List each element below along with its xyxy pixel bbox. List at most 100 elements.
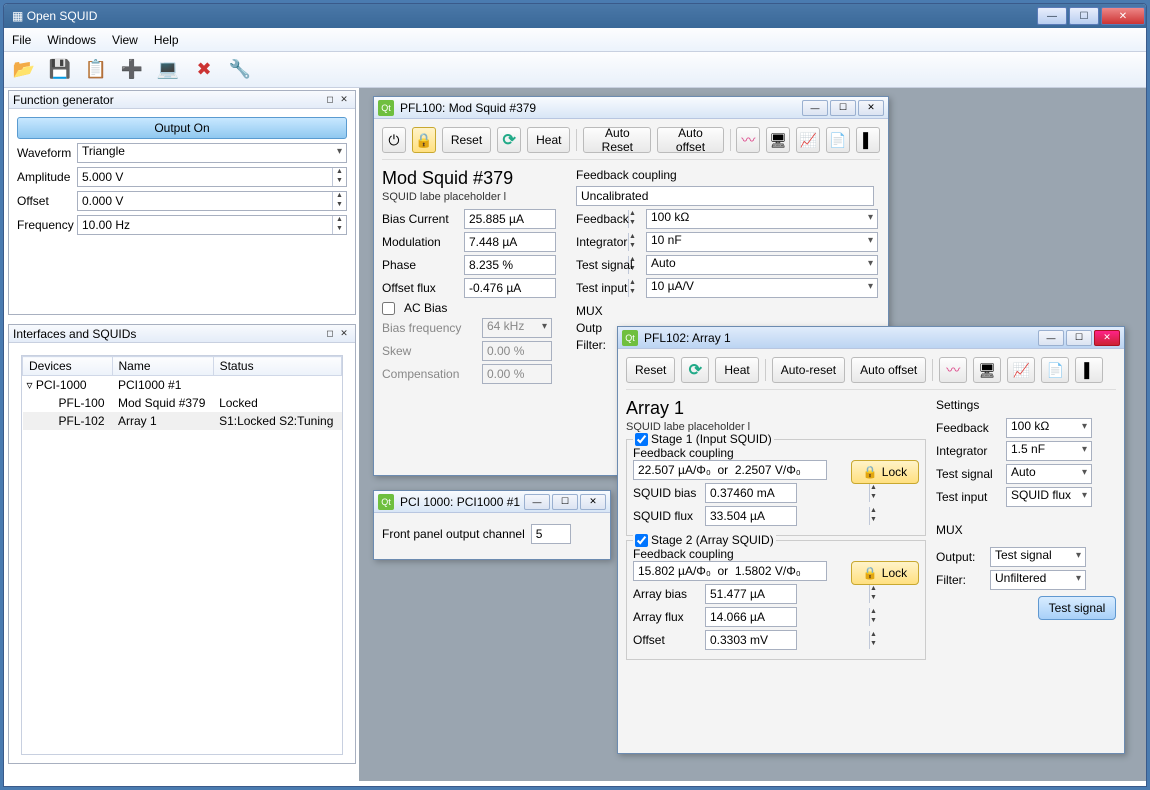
s2-fb-input[interactable] [633,561,827,581]
s1-flux-spinbox[interactable]: ▲▼ [705,506,797,526]
reset-button[interactable]: Reset [442,127,491,153]
lock-icon[interactable]: 🔒 [412,127,436,153]
main-toolbar: 📂 💾 📋 ➕ 💻 ✖ 🔧 [4,52,1146,88]
refresh-icon[interactable]: ⟳ [681,357,709,383]
auto-reset-button[interactable]: Auto-reset [772,357,845,383]
table-row[interactable]: PFL-100 Mod Squid #379Locked [23,394,342,412]
fb-coupling-input[interactable] [576,186,874,206]
s2-aflux-spinbox[interactable]: ▲▼ [705,607,797,627]
app-icon: ▦ [12,9,23,23]
amplitude-spinbox[interactable]: ▲▼ [77,167,347,187]
close-button[interactable]: ✕ [1101,7,1145,25]
wrench-icon[interactable]: 🔧 [226,56,254,84]
frequency-spinbox[interactable]: ▲▼ [77,215,347,235]
menu-view[interactable]: View [112,33,138,47]
offset-spinbox[interactable]: ▲▼ [77,191,347,211]
add-icon[interactable]: ➕ [118,56,146,84]
set-integrator-combo[interactable]: 1.5 nF [1006,441,1092,461]
board-icon[interactable]: 💻 [154,56,182,84]
pci1000-titlebar[interactable]: Qt PCI 1000: PCI1000 #1 — ☐ ✕ [374,491,610,513]
heat-button[interactable]: Heat [527,127,570,153]
minimize-button[interactable]: — [1038,330,1064,346]
refresh-icon[interactable]: ⟳ [497,127,521,153]
save-icon[interactable]: 💾 [46,56,74,84]
copy-icon[interactable]: 📄 [826,127,850,153]
waveform-combo[interactable]: Triangle [77,143,347,163]
output-on-button[interactable]: Output On [17,117,347,139]
pfl102-titlebar[interactable]: Qt PFL102: Array 1 — ☐ ✕ [618,327,1124,349]
copy-icon[interactable]: 📄 [1041,357,1069,383]
auto-offset-button[interactable]: Auto offset [657,127,723,153]
modulation-spinbox[interactable]: ▲▼ [464,232,556,252]
minimize-button[interactable]: — [524,494,550,510]
auto-reset-button[interactable]: Auto Reset [583,127,651,153]
open-icon[interactable]: 📂 [10,56,38,84]
monitor-icon[interactable]: 🖥 [766,127,790,153]
monitor-icon[interactable]: 🖥 [973,357,1001,383]
maximize-button[interactable]: ☐ [1069,7,1099,25]
devtree-dock: Interfaces and SQUIDs ◻ ✕ Devices Name S… [8,324,356,764]
set-testsignal-combo[interactable]: Auto [1006,464,1092,484]
dock-close-icon[interactable]: ✕ [337,93,351,107]
waveform-icon[interactable]: 〰 [736,127,760,153]
dock-float-icon[interactable]: ◻ [323,93,337,107]
test-signal-combo[interactable]: Auto [646,255,878,275]
dock-close-icon[interactable]: ✕ [337,327,351,341]
integrator-combo[interactable]: 10 nF [646,232,878,252]
table-row[interactable]: PFL-102 Array 1S1:Locked S2:Tuning [23,412,342,430]
s1-fb-input[interactable] [633,460,827,480]
reset-button[interactable]: Reset [626,357,675,383]
set-feedback-combo[interactable]: 100 kΩ [1006,418,1092,438]
stage1-checkbox[interactable] [635,433,648,446]
s2-lock-button[interactable]: 🔒 Lock [851,561,919,585]
stage2-checkbox[interactable] [635,534,648,547]
col-name[interactable]: Name [112,357,213,376]
set-testinput-combo[interactable]: SQUID flux [1006,487,1092,507]
close-button[interactable]: ✕ [858,100,884,116]
pfl100-titlebar[interactable]: Qt PFL100: Mod Squid #379 — ☐ ✕ [374,97,888,119]
mux-filter-combo[interactable]: Unfiltered [990,570,1086,590]
maximize-button[interactable]: ☐ [1066,330,1092,346]
s1-bias-spinbox[interactable]: ▲▼ [705,483,797,503]
funcgen-title[interactable]: Function generator ◻ ✕ [9,91,355,109]
menu-help[interactable]: Help [154,33,179,47]
close-button[interactable]: ✕ [1094,330,1120,346]
feedback-combo[interactable]: 100 kΩ [646,209,878,229]
s2-offset-spinbox[interactable]: ▲▼ [705,630,797,650]
maximize-button[interactable]: ☐ [552,494,578,510]
stage1-group: Stage 1 (Input SQUID) Feedback coupling … [626,439,926,536]
phase-spinbox[interactable]: ▲▼ [464,255,556,275]
bias-current-spinbox[interactable]: ▲▼ [464,209,556,229]
close-button[interactable]: ✕ [580,494,606,510]
test-input-combo[interactable]: 10 µA/V [646,278,878,298]
main-titlebar[interactable]: ▦ Open SQUID — ☐ ✕ [4,4,1146,28]
maximize-button[interactable]: ☐ [830,100,856,116]
menu-file[interactable]: File [12,33,31,47]
s2-abias-spinbox[interactable]: ▲▼ [705,584,797,604]
delete-icon[interactable]: ✖ [190,56,218,84]
ac-bias-checkbox[interactable] [382,302,395,315]
doc-icon[interactable]: ▌ [856,127,880,153]
minimize-button[interactable]: — [1037,7,1067,25]
test-signal-button[interactable]: Test signal [1038,596,1116,620]
chart-icon[interactable]: 📈 [796,127,820,153]
auto-offset-button[interactable]: Auto offset [851,357,926,383]
offset-flux-spinbox[interactable]: ▲▼ [464,278,556,298]
devtree-title[interactable]: Interfaces and SQUIDs ◻ ✕ [9,325,355,343]
saveas-icon[interactable]: 📋 [82,56,110,84]
minimize-button[interactable]: — [802,100,828,116]
dock-float-icon[interactable]: ◻ [323,327,337,341]
col-status[interactable]: Status [213,357,341,376]
chart-icon[interactable]: 📈 [1007,357,1035,383]
doc-icon[interactable]: ▌ [1075,357,1103,383]
mux-output-combo[interactable]: Test signal [990,547,1086,567]
fp-channel-spinbox[interactable]: ▲▼ [531,524,571,544]
col-devices[interactable]: Devices [23,357,113,376]
s1-lock-button[interactable]: 🔒 Lock [851,460,919,484]
menu-windows[interactable]: Windows [47,33,96,47]
table-row[interactable]: ▿ PCI-1000 PCI1000 #1 [23,376,342,395]
waveform-icon[interactable]: 〰 [939,357,967,383]
heat-button[interactable]: Heat [715,357,758,383]
power-icon[interactable]: ⏻ [382,127,406,153]
bias-freq-combo: 64 kHz [482,318,552,338]
